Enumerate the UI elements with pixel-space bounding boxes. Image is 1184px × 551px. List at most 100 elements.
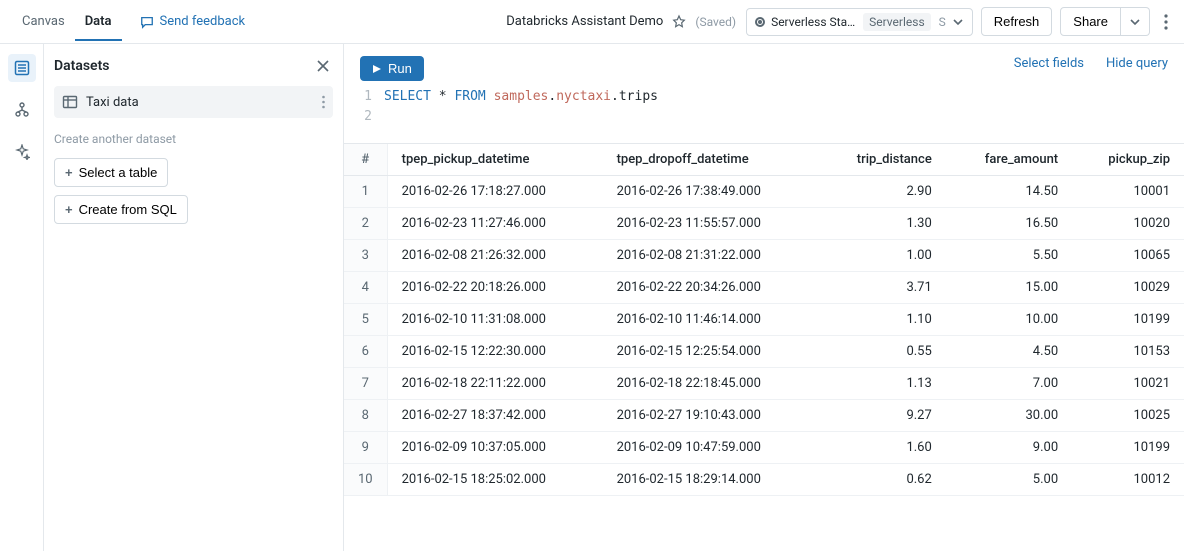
compute-size: S	[939, 15, 946, 29]
cell-dropoff: 2016-02-18 22:18:45.000	[603, 368, 818, 400]
cell-pickup: 2016-02-15 12:22:30.000	[387, 336, 602, 368]
cell-dropoff: 2016-02-15 18:29:14.000	[603, 464, 818, 496]
cell-fare: 5.00	[946, 464, 1072, 496]
refresh-button[interactable]: Refresh	[981, 7, 1053, 36]
table-row[interactable]: 52016-02-10 11:31:08.0002016-02-10 11:46…	[344, 304, 1184, 336]
cell-dropoff: 2016-02-15 12:25:54.000	[603, 336, 818, 368]
col-header-index[interactable]: #	[344, 144, 387, 176]
view-tabs: Canvas Data	[12, 2, 122, 41]
table-row[interactable]: 102016-02-15 18:25:02.0002016-02-15 18:2…	[344, 464, 1184, 496]
dataset-more-button[interactable]	[322, 95, 325, 109]
run-button[interactable]: Run	[360, 56, 424, 81]
cell-distance: 2.90	[817, 176, 945, 208]
row-index: 4	[344, 272, 387, 304]
cell-distance: 1.13	[817, 368, 945, 400]
create-from-sql-button[interactable]: + Create from SQL	[54, 195, 188, 224]
close-panel-button[interactable]	[313, 56, 333, 76]
tab-data[interactable]: Data	[75, 2, 122, 41]
plus-icon: +	[65, 202, 73, 217]
cell-dropoff: 2016-02-08 21:31:22.000	[603, 240, 818, 272]
col-header-pickup[interactable]: tpep_pickup_datetime	[387, 144, 602, 176]
rail-assistant-button[interactable]	[8, 138, 36, 166]
more-menu-button[interactable]	[1160, 10, 1172, 34]
sql-editor[interactable]: 1 SELECT * FROM samples.nyctaxi.trips 2	[344, 81, 1184, 143]
line-number: 1	[360, 87, 384, 107]
line-number: 2	[360, 107, 384, 127]
chevron-down-icon	[952, 16, 964, 28]
cell-pickup-zip: 10020	[1072, 208, 1184, 240]
row-index: 3	[344, 240, 387, 272]
table-row[interactable]: 32016-02-08 21:26:32.0002016-02-08 21:31…	[344, 240, 1184, 272]
top-bar: Canvas Data Send feedback Databricks Ass…	[0, 0, 1184, 44]
col-header-dropoff[interactable]: tpep_dropoff_datetime	[603, 144, 818, 176]
table-row[interactable]: 82016-02-27 18:37:42.0002016-02-27 19:10…	[344, 400, 1184, 432]
cell-distance: 1.00	[817, 240, 945, 272]
results-table-wrapper[interactable]: # tpep_pickup_datetime tpep_dropoff_date…	[344, 143, 1184, 551]
play-icon	[372, 64, 382, 74]
cell-pickup-zip: 10065	[1072, 240, 1184, 272]
cell-pickup: 2016-02-18 22:11:22.000	[387, 368, 602, 400]
sql-line: SELECT * FROM samples.nyctaxi.trips	[384, 87, 658, 107]
chat-icon	[140, 15, 154, 29]
kebab-icon	[322, 95, 325, 109]
cell-dropoff: 2016-02-10 11:46:14.000	[603, 304, 818, 336]
cell-pickup-zip: 10153	[1072, 336, 1184, 368]
compute-status-icon	[755, 17, 765, 27]
table-row[interactable]: 92016-02-09 10:37:05.0002016-02-09 10:47…	[344, 432, 1184, 464]
cell-distance: 0.62	[817, 464, 945, 496]
cell-fare: 7.00	[946, 368, 1072, 400]
main-content: Run Select fields Hide query 1 SELECT * …	[344, 44, 1184, 551]
cell-pickup: 2016-02-26 17:18:27.000	[387, 176, 602, 208]
cell-distance: 3.71	[817, 272, 945, 304]
share-dropdown-button[interactable]	[1121, 7, 1150, 36]
row-index: 5	[344, 304, 387, 336]
cell-fare: 16.50	[946, 208, 1072, 240]
cell-pickup-zip: 10021	[1072, 368, 1184, 400]
send-feedback-link[interactable]: Send feedback	[140, 14, 246, 29]
table-row[interactable]: 62016-02-15 12:22:30.0002016-02-15 12:25…	[344, 336, 1184, 368]
cell-pickup-zip: 10001	[1072, 176, 1184, 208]
col-header-fare[interactable]: fare_amount	[946, 144, 1072, 176]
tab-canvas[interactable]: Canvas	[12, 2, 75, 41]
cell-fare: 14.50	[946, 176, 1072, 208]
cell-distance: 1.10	[817, 304, 945, 336]
compute-selector[interactable]: Serverless Sta… Serverless S	[746, 8, 973, 36]
query-toolbar: Run Select fields Hide query	[344, 44, 1184, 81]
cell-pickup: 2016-02-10 11:31:08.000	[387, 304, 602, 336]
table-row[interactable]: 22016-02-23 11:27:46.0002016-02-23 11:55…	[344, 208, 1184, 240]
dataset-name: Taxi data	[86, 95, 139, 110]
col-header-pickup-zip[interactable]: pickup_zip	[1072, 144, 1184, 176]
dataset-item[interactable]: Taxi data	[54, 86, 333, 118]
share-button[interactable]: Share	[1060, 7, 1121, 36]
row-index: 10	[344, 464, 387, 496]
compute-env-badge: Serverless	[863, 13, 931, 31]
cell-pickup: 2016-02-08 21:26:32.000	[387, 240, 602, 272]
select-table-button[interactable]: + Select a table	[54, 158, 168, 187]
cell-pickup-zip: 10199	[1072, 432, 1184, 464]
close-icon	[315, 58, 331, 74]
select-fields-link[interactable]: Select fields	[1014, 56, 1084, 71]
hide-query-link[interactable]: Hide query	[1106, 56, 1168, 71]
datasets-heading: Datasets	[54, 58, 110, 74]
cell-fare: 10.00	[946, 304, 1072, 336]
sparkle-icon	[14, 144, 30, 160]
cell-dropoff: 2016-02-27 19:10:43.000	[603, 400, 818, 432]
rail-datasets-button[interactable]	[8, 54, 36, 82]
rail-schema-button[interactable]	[8, 96, 36, 124]
cell-fare: 15.00	[946, 272, 1072, 304]
cell-dropoff: 2016-02-09 10:47:59.000	[603, 432, 818, 464]
notebook-title[interactable]: Databricks Assistant Demo	[506, 14, 663, 29]
col-header-distance[interactable]: trip_distance	[817, 144, 945, 176]
cell-pickup-zip: 10025	[1072, 400, 1184, 432]
table-row[interactable]: 42016-02-22 20:18:26.0002016-02-22 20:34…	[344, 272, 1184, 304]
row-index: 2	[344, 208, 387, 240]
row-index: 7	[344, 368, 387, 400]
cell-fare: 30.00	[946, 400, 1072, 432]
plus-icon: +	[65, 165, 73, 180]
cell-distance: 0.55	[817, 336, 945, 368]
favorite-star-icon[interactable]	[671, 14, 687, 30]
datasets-panel: Datasets Taxi data Create another datase…	[44, 44, 344, 551]
table-row[interactable]: 72016-02-18 22:11:22.0002016-02-18 22:18…	[344, 368, 1184, 400]
table-icon	[62, 94, 78, 110]
table-row[interactable]: 12016-02-26 17:18:27.0002016-02-26 17:38…	[344, 176, 1184, 208]
